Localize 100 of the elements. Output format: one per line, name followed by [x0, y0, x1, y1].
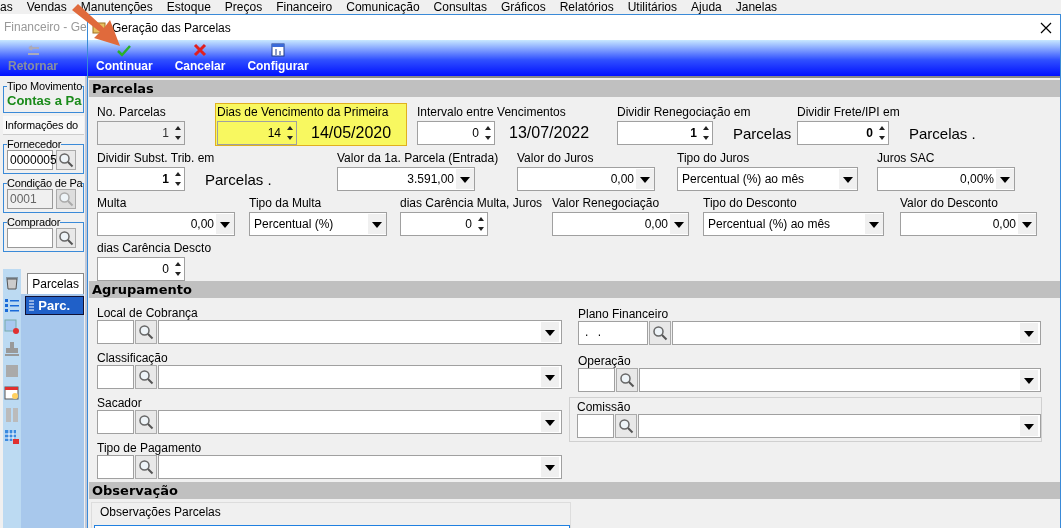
menu-item[interactable]: as: [0, 0, 13, 14]
spin-field[interactable]: 0: [400, 212, 488, 236]
combo-field[interactable]: [158, 410, 562, 434]
toolbar-button[interactable]: Cancelar: [174, 43, 226, 73]
caret-icon[interactable]: [996, 169, 1014, 189]
menu-item[interactable]: Financeiro: [276, 0, 333, 14]
field-label: Comissão: [577, 400, 631, 414]
search-button[interactable]: [616, 368, 638, 392]
caret-icon[interactable]: [368, 214, 386, 234]
caret-icon[interactable]: [670, 214, 688, 234]
search-icon: [652, 325, 668, 341]
search-button[interactable]: [135, 410, 157, 434]
combo-field[interactable]: [158, 365, 562, 389]
menu-item[interactable]: Relatórios: [559, 0, 614, 14]
code-field[interactable]: [97, 410, 134, 434]
caret-icon[interactable]: [865, 214, 883, 234]
menu-item[interactable]: Manutenções: [80, 0, 153, 14]
dropdown[interactable]: 3.591,00: [337, 167, 475, 191]
grid-icon[interactable]: [4, 319, 21, 335]
caret-icon[interactable]: [541, 322, 559, 342]
code-field[interactable]: [578, 368, 615, 392]
field-label: dias Carência Multa, Juros: [400, 196, 544, 210]
field-label: Tipo de Pagamento: [97, 441, 202, 455]
close-icon[interactable]: [1040, 21, 1052, 34]
caret-icon[interactable]: [541, 367, 559, 387]
return-icon: [25, 45, 41, 57]
dropdown[interactable]: 0,00: [900, 212, 1037, 236]
spin-field[interactable]: 0: [797, 121, 889, 145]
dropdown[interactable]: Percentual (%) ao mês: [703, 212, 884, 236]
spin-field[interactable]: 1: [97, 167, 185, 191]
toolbar-button[interactable]: Configurar: [247, 43, 309, 73]
search-button[interactable]: [135, 365, 157, 389]
caret-icon[interactable]: [1018, 214, 1036, 234]
search-button[interactable]: [56, 228, 76, 248]
code-field[interactable]: [97, 320, 134, 344]
search-button[interactable]: [615, 414, 637, 438]
menu-item[interactable]: Janelas: [735, 0, 778, 14]
spin-field[interactable]: 1: [617, 121, 713, 145]
combo-field[interactable]: [158, 455, 562, 479]
menu-item[interactable]: Vendas: [26, 0, 67, 14]
search-button[interactable]: [649, 321, 671, 345]
input-field[interactable]: [7, 228, 53, 248]
search-button[interactable]: [56, 150, 76, 170]
dropdown[interactable]: Percentual (%): [249, 212, 387, 236]
grid-icon[interactable]: [4, 429, 21, 445]
code-field[interactable]: [577, 414, 614, 438]
dropdown[interactable]: 0,00: [97, 212, 235, 236]
field-label: Valor do Desconto: [900, 196, 999, 210]
menu-item[interactable]: Consultas: [433, 0, 487, 14]
field-label: Tipo do Juros: [677, 151, 751, 165]
caret-icon[interactable]: [636, 169, 654, 189]
caret-icon[interactable]: [1020, 416, 1038, 436]
window-title: Financeiro - Ge: [0, 14, 87, 40]
text-area[interactable]: [94, 525, 570, 528]
search-button[interactable]: [135, 320, 157, 344]
spin-field[interactable]: 14: [217, 121, 297, 145]
caret-icon[interactable]: [839, 169, 857, 189]
caret-icon[interactable]: [1020, 370, 1038, 390]
tab[interactable]: Informações do: [3, 116, 84, 135]
tab[interactable]: Parcelas: [27, 273, 84, 294]
combo-field[interactable]: [672, 321, 1041, 345]
dropdown[interactable]: 0,00: [517, 167, 655, 191]
group-label: Comprador: [7, 216, 61, 228]
combo-field[interactable]: [638, 414, 1041, 438]
menu-item[interactable]: Estoque: [166, 0, 211, 14]
trash-icon[interactable]: [4, 275, 21, 291]
caret-icon[interactable]: [541, 457, 559, 477]
search-icon: [58, 152, 74, 168]
caret-icon[interactable]: [216, 214, 234, 234]
calendar-icon[interactable]: [4, 385, 21, 401]
combo-field[interactable]: [158, 320, 562, 344]
spin-field[interactable]: 0: [97, 257, 185, 281]
menu-item[interactable]: Comunicação: [346, 0, 420, 14]
field-label: Local de Cobrança: [97, 306, 198, 320]
dropdown[interactable]: 0,00: [552, 212, 689, 236]
list-item[interactable]: Parc.: [25, 296, 84, 315]
dropdown[interactable]: Percentual (%) ao mês: [677, 167, 858, 191]
menu-item[interactable]: Utilitários: [627, 0, 678, 14]
search-button[interactable]: [135, 455, 157, 479]
menu-item[interactable]: Gráficos: [500, 0, 546, 14]
field-label: Multa: [97, 196, 128, 210]
toolbar-button[interactable]: Continuar: [96, 45, 153, 73]
caret-icon[interactable]: [1020, 323, 1038, 343]
spin-field[interactable]: 0: [417, 121, 495, 145]
search-icon: [138, 369, 154, 385]
code-field[interactable]: . .: [578, 321, 648, 345]
combo-field[interactable]: [639, 368, 1041, 392]
menu-item[interactable]: Preços: [224, 0, 263, 14]
dropdown[interactable]: 0,00%: [877, 167, 1015, 191]
list-icon[interactable]: [4, 297, 21, 313]
code-field[interactable]: [97, 365, 134, 389]
group-label: Condição de Pa: [7, 177, 83, 189]
field-label: Valor do Juros: [517, 151, 595, 165]
field-label: Dividir Frete/IPI em: [797, 105, 901, 119]
caret-icon[interactable]: [456, 169, 474, 189]
movement-type: Contas a Pa: [7, 92, 82, 109]
menu-item[interactable]: Ajuda: [691, 0, 722, 14]
caret-icon[interactable]: [541, 412, 559, 432]
list-icon: [28, 299, 36, 312]
code-field[interactable]: [97, 455, 134, 479]
